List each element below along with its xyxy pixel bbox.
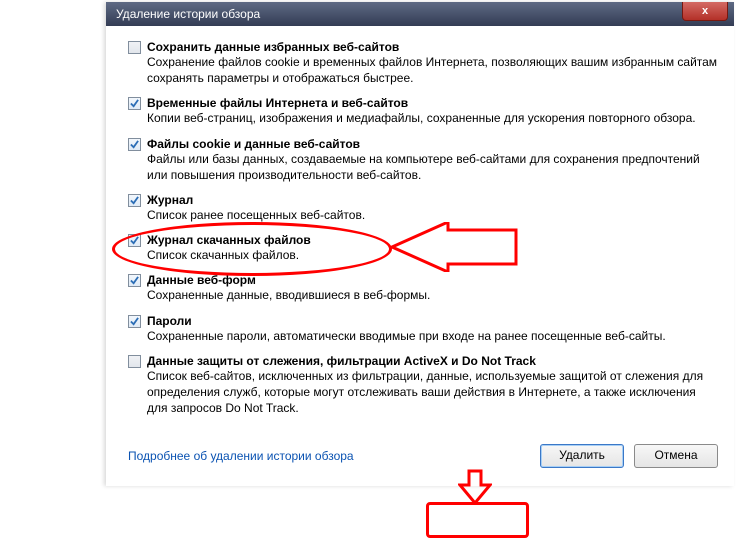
option-download-history: Журнал скачанных файлов Список скачанных…	[128, 233, 718, 263]
desc-history: Список ранее посещенных веб-сайтов.	[147, 207, 718, 223]
desc-form-data: Сохраненные данные, вводившиеся в веб-фо…	[147, 287, 718, 303]
label-preserve-favorites: Сохранить данные избранных веб-сайтов	[147, 40, 399, 54]
option-cookies: Файлы cookie и данные веб-сайтов Файлы и…	[128, 137, 718, 183]
checkbox-preserve-favorites[interactable]	[128, 41, 141, 54]
checkbox-download-history[interactable]	[128, 234, 141, 247]
close-button[interactable]: x	[682, 2, 728, 21]
window-title: Удаление истории обзора	[116, 7, 260, 21]
option-history: Журнал Список ранее посещенных веб-сайто…	[128, 193, 718, 223]
option-passwords: Пароли Сохраненные пароли, автоматически…	[128, 314, 718, 344]
close-icon: x	[702, 5, 708, 17]
learn-more-link[interactable]: Подробнее об удалении истории обзора	[128, 449, 354, 463]
delete-button[interactable]: Удалить	[540, 444, 624, 468]
checkbox-cookies[interactable]	[128, 138, 141, 151]
cancel-button[interactable]: Отмена	[634, 444, 718, 468]
option-form-data: Данные веб-форм Сохраненные данные, ввод…	[128, 273, 718, 303]
checkbox-passwords[interactable]	[128, 315, 141, 328]
label-download-history: Журнал скачанных файлов	[147, 233, 311, 247]
desc-temp-files: Копии веб-страниц, изображения и медиафа…	[147, 110, 718, 126]
option-tracking-protection: Данные защиты от слежения, фильтрации Ac…	[128, 354, 718, 417]
checkbox-history[interactable]	[128, 194, 141, 207]
label-tracking-protection: Данные защиты от слежения, фильтрации Ac…	[147, 354, 536, 368]
title-bar: Удаление истории обзора x	[106, 2, 734, 26]
desc-download-history: Список скачанных файлов.	[147, 247, 718, 263]
checkbox-tracking-protection[interactable]	[128, 355, 141, 368]
label-temp-files: Временные файлы Интернета и веб-сайтов	[147, 96, 408, 110]
desc-cookies: Файлы или базы данных, создаваемые на ко…	[147, 151, 718, 183]
button-group: Удалить Отмена	[540, 444, 718, 468]
option-temp-files: Временные файлы Интернета и веб-сайтов К…	[128, 96, 718, 126]
label-history: Журнал	[147, 193, 193, 207]
label-passwords: Пароли	[147, 314, 192, 328]
desc-tracking-protection: Список веб-сайтов, исключенных из фильтр…	[147, 368, 718, 417]
dialog-window: Удаление истории обзора x Сохранить данн…	[106, 2, 734, 486]
desc-preserve-favorites: Сохранение файлов cookie и временных фай…	[147, 54, 718, 86]
label-cookies: Файлы cookie и данные веб-сайтов	[147, 137, 360, 151]
desc-passwords: Сохраненные пароли, автоматически вводим…	[147, 328, 718, 344]
dialog-content: Сохранить данные избранных веб-сайтов Со…	[106, 26, 734, 486]
label-form-data: Данные веб-форм	[147, 273, 256, 287]
option-preserve-favorites: Сохранить данные избранных веб-сайтов Со…	[128, 40, 718, 86]
checkbox-form-data[interactable]	[128, 274, 141, 287]
dialog-actions: Подробнее об удалении истории обзора Уда…	[128, 444, 718, 468]
annotation-button-highlight	[426, 502, 529, 538]
checkbox-temp-files[interactable]	[128, 97, 141, 110]
